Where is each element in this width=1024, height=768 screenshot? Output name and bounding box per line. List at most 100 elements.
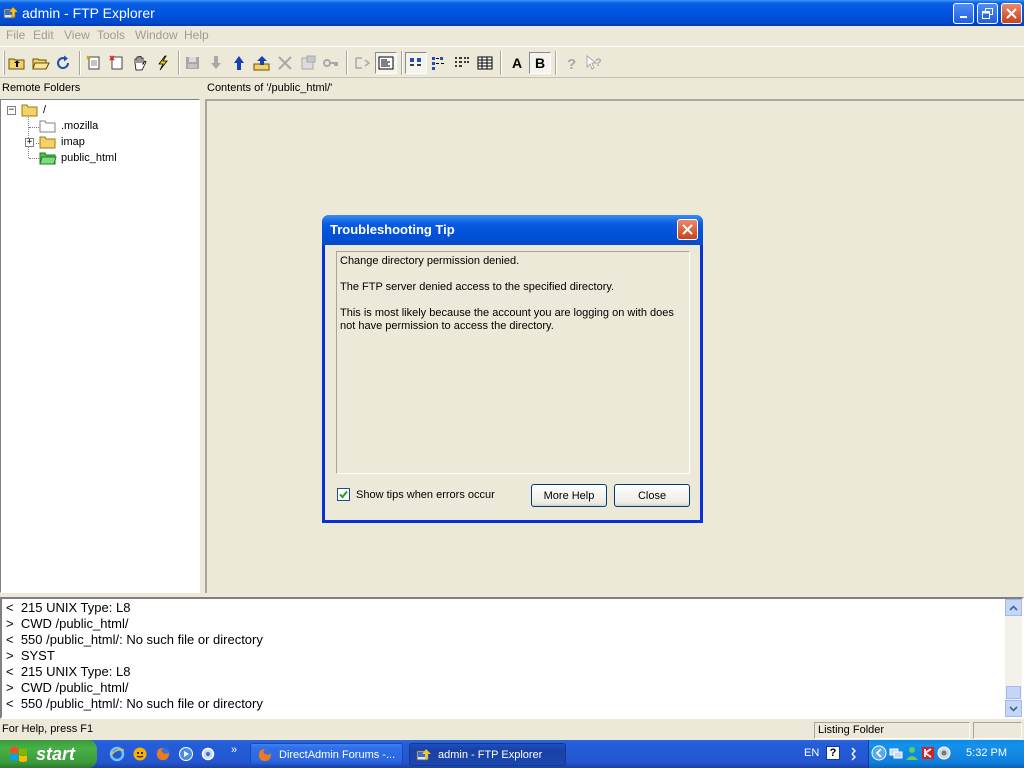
taskbar-item-forums[interactable]: DirectAdmin Forums -... <box>250 743 403 766</box>
status-panel-empty <box>973 722 1022 739</box>
upload-folder-icon <box>253 56 270 71</box>
tip-line: This is most likely because the account … <box>340 307 674 332</box>
media-quicklaunch[interactable] <box>177 745 195 763</box>
delete-file-button[interactable] <box>106 52 128 74</box>
menu-view[interactable]: View <box>64 28 90 42</box>
restore-button[interactable] <box>977 3 998 24</box>
toolbar-separator <box>346 51 348 75</box>
toolbar-separator <box>500 51 502 75</box>
remote-folders-tree[interactable]: − / .mozilla + imap public_html <box>0 99 200 593</box>
checkbox-box[interactable] <box>337 488 350 501</box>
tree-item-imap[interactable]: imap <box>39 134 85 150</box>
menu-tools[interactable]: Tools <box>97 28 125 42</box>
ftp-explorer-icon <box>416 748 431 760</box>
language-indicator[interactable]: EN <box>804 747 819 759</box>
menu-window[interactable]: Window <box>135 28 178 42</box>
tree-item-root[interactable]: / <box>21 102 46 118</box>
new-folder-icon <box>86 55 100 70</box>
connect-button[interactable] <box>152 52 174 74</box>
key-icon <box>323 59 338 67</box>
menu-edit[interactable]: Edit <box>33 28 54 42</box>
toolbar-separator <box>555 51 557 75</box>
scroll-thumb[interactable] <box>1006 686 1021 699</box>
collapse-icon[interactable]: − <box>7 106 16 115</box>
tree-item-label: / <box>43 104 47 116</box>
tree-item-mozilla[interactable]: .mozilla <box>39 118 98 134</box>
clock[interactable]: 5:32 PM <box>966 747 1007 759</box>
stop-button[interactable] <box>129 52 151 74</box>
messenger-quicklaunch[interactable] <box>131 745 149 763</box>
app-quicklaunch[interactable] <box>199 745 217 763</box>
properties-button[interactable] <box>297 52 319 74</box>
start-label: start <box>36 743 76 764</box>
ie-quicklaunch[interactable] <box>108 745 126 763</box>
question-icon: ? <box>567 56 576 71</box>
antivirus-icon[interactable] <box>921 746 935 760</box>
scroll-up-button[interactable] <box>1005 599 1022 616</box>
gear-icon <box>201 747 215 761</box>
disk-icon <box>186 57 199 69</box>
quicklaunch-more-icon[interactable]: » <box>231 744 237 756</box>
ftp-explorer-icon <box>3 6 19 19</box>
close-icon <box>1006 8 1017 19</box>
dialog-ok-close-button[interactable]: Close <box>614 484 690 507</box>
minimize-icon <box>960 16 967 18</box>
start-button[interactable]: start <box>0 740 97 768</box>
tip-message: Change directory permission denied. The … <box>336 251 690 474</box>
list-view-button[interactable] <box>451 52 473 74</box>
help-button[interactable]: ? <box>560 52 582 74</box>
system-tray: 5:32 PM <box>868 740 1024 768</box>
new-folder-button[interactable] <box>83 52 105 74</box>
tree-item-public-html[interactable]: public_html <box>39 150 117 166</box>
window-title: admin - FTP Explorer <box>22 5 155 21</box>
status-bar: For Help, press F1 Listing Folder <box>0 720 1024 740</box>
permissions-button[interactable] <box>320 52 342 74</box>
expand-icon[interactable]: + <box>25 138 34 147</box>
refresh-button[interactable] <box>53 52 75 74</box>
status-activity: Listing Folder <box>814 722 970 739</box>
upload-button[interactable] <box>228 52 250 74</box>
more-help-button[interactable]: More Help <box>531 484 607 507</box>
delete-button[interactable] <box>274 52 296 74</box>
log-scrollbar[interactable] <box>1005 599 1022 717</box>
download-button[interactable] <box>205 52 227 74</box>
firefox-quicklaunch[interactable] <box>154 745 172 763</box>
view-log-button[interactable] <box>375 52 397 74</box>
tray-expand-icon[interactable] <box>849 746 860 762</box>
scroll-down-button[interactable] <box>1005 700 1022 717</box>
ascii-mode-button[interactable]: A <box>506 52 528 74</box>
log-view-icon <box>378 56 394 70</box>
save-button[interactable] <box>182 52 204 74</box>
close-icon <box>682 224 693 235</box>
menu-help[interactable]: Help <box>184 28 209 42</box>
open-folder-button[interactable] <box>30 52 52 74</box>
command-button[interactable] <box>352 52 374 74</box>
binary-mode-button[interactable]: B <box>529 52 551 74</box>
taskbar-item-label: admin - FTP Explorer <box>438 748 543 761</box>
tray-collapse-icon[interactable] <box>871 745 887 761</box>
show-tips-checkbox[interactable]: Show tips when errors occur <box>337 488 495 501</box>
language-help-icon[interactable]: ? <box>826 746 840 760</box>
close-window-button[interactable] <box>1001 3 1022 24</box>
minimize-button[interactable] <box>953 3 974 24</box>
volume-icon[interactable] <box>937 746 951 760</box>
lightning-icon <box>158 55 168 71</box>
menu-file[interactable]: File <box>6 28 25 42</box>
open-folder-icon <box>32 58 50 70</box>
details-view-button[interactable] <box>474 52 496 74</box>
folder-icon <box>39 136 56 149</box>
network-icon[interactable] <box>889 746 903 760</box>
list-icon <box>455 57 469 67</box>
large-icons-button[interactable] <box>405 52 427 74</box>
tip-line: Change directory permission denied. <box>340 255 520 267</box>
up-folder-button[interactable] <box>6 52 28 74</box>
command-log[interactable]: < 215 UNIX Type: L8 > CWD /public_html/ … <box>0 597 1024 719</box>
status-help-text: For Help, press F1 <box>2 723 94 735</box>
taskbar-item-ftp-explorer[interactable]: admin - FTP Explorer <box>409 743 566 766</box>
upload-folder-button[interactable] <box>251 52 273 74</box>
dialog-close-button[interactable] <box>677 219 698 240</box>
small-icons-button[interactable] <box>428 52 450 74</box>
media-player-icon <box>179 747 193 761</box>
context-help-button[interactable]: ? <box>583 52 605 74</box>
user-icon[interactable] <box>905 746 919 760</box>
